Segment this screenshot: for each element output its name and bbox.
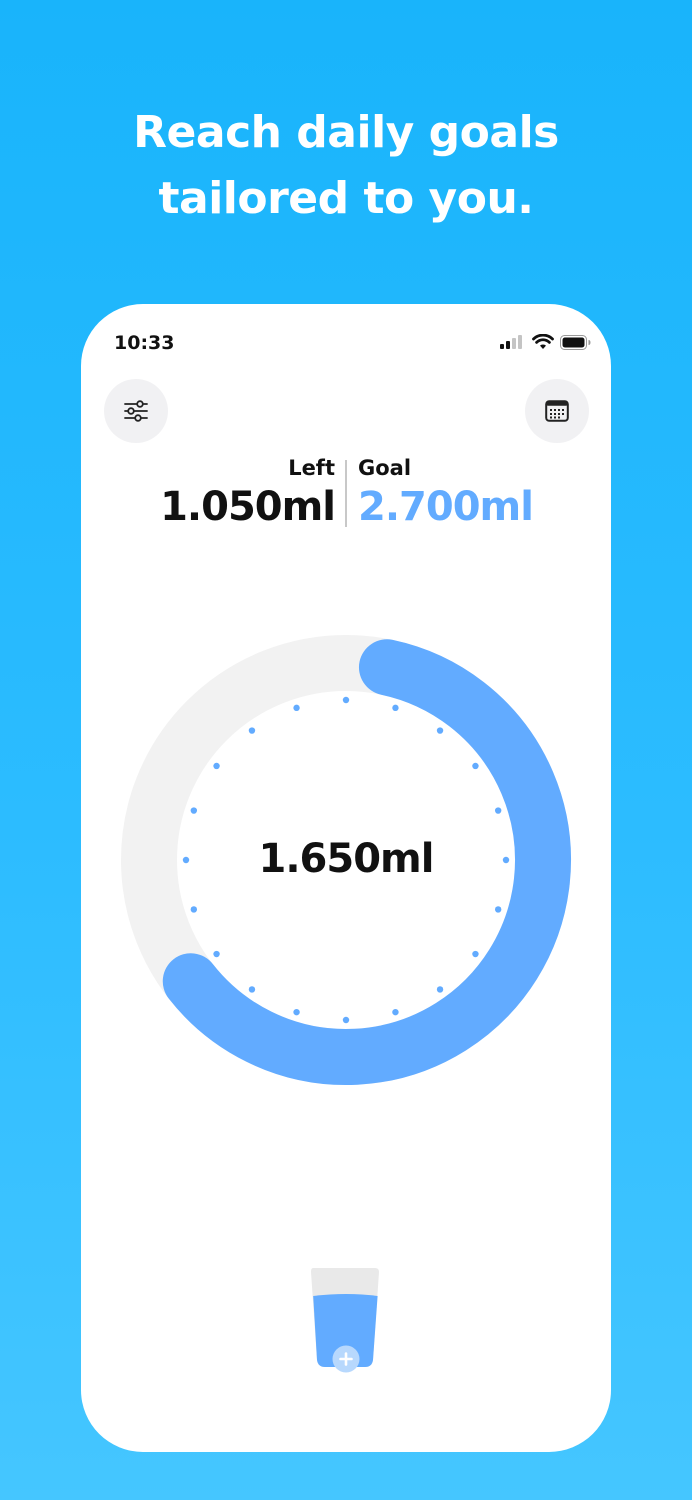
tick-dot bbox=[342, 696, 350, 704]
promo-headline: Reach daily goals tailored to you. bbox=[0, 100, 692, 232]
tick-dot bbox=[392, 704, 399, 712]
tick-dot bbox=[293, 1008, 300, 1016]
tick-dot bbox=[436, 727, 444, 734]
tick-dot bbox=[248, 727, 256, 734]
add-drink-button[interactable] bbox=[307, 1264, 387, 1374]
tick-dot bbox=[494, 807, 502, 814]
tick-dot bbox=[190, 807, 198, 814]
current-intake: 1.650ml bbox=[258, 836, 435, 882]
tick-dot bbox=[213, 762, 220, 770]
tick-dot bbox=[213, 950, 220, 958]
tick-dot bbox=[190, 906, 198, 913]
headline-line-2: tailored to you. bbox=[158, 173, 534, 224]
headline-line-1: Reach daily goals bbox=[133, 107, 559, 158]
tick-dot bbox=[472, 762, 479, 770]
tick-dot bbox=[392, 1008, 399, 1016]
tick-dot bbox=[293, 704, 300, 712]
tick-dot bbox=[472, 950, 479, 958]
tick-dot bbox=[342, 1016, 350, 1024]
tick-dot bbox=[494, 906, 502, 913]
tick-dot bbox=[248, 986, 256, 993]
phone-screen: 10:33 Left 1.050ml Goal 2.700ml 1.650ml bbox=[81, 304, 611, 1452]
tick-dot bbox=[436, 986, 444, 993]
